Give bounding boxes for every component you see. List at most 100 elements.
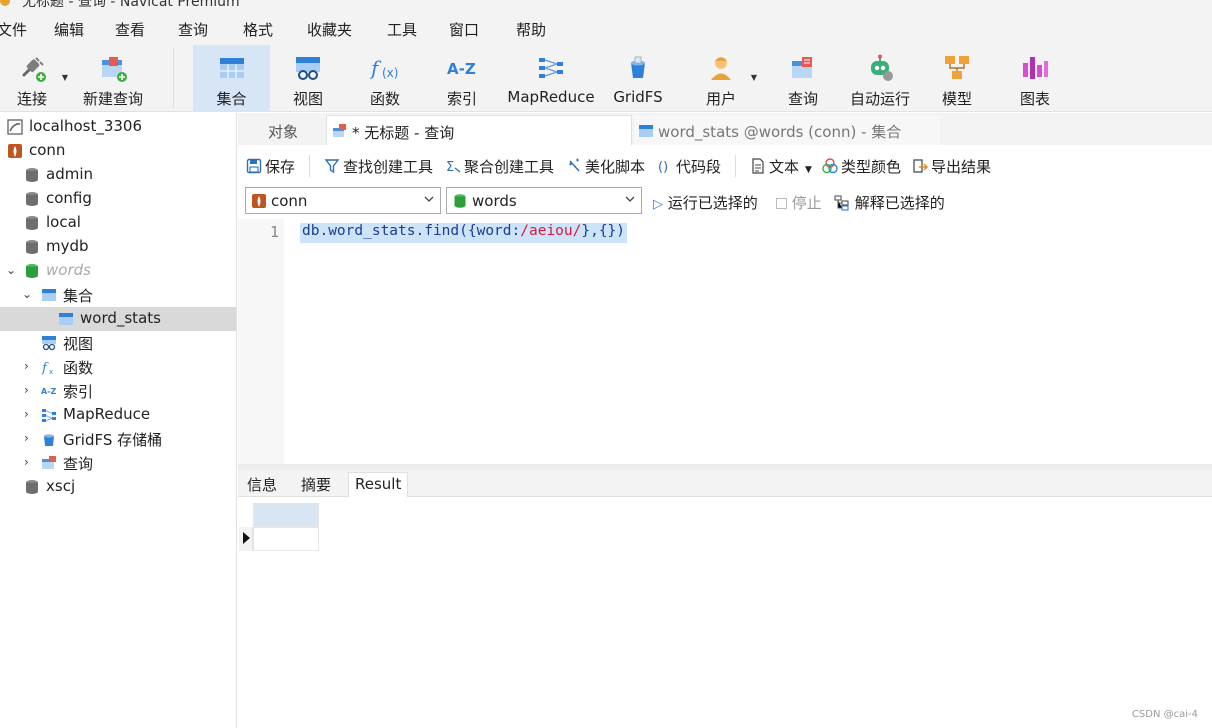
tree-item-config[interactable]: config <box>0 187 236 211</box>
watermark: CSDN @cai-4 <box>1131 709 1198 720</box>
menu-edit[interactable]: 编辑 <box>54 19 84 40</box>
app-logo-icon <box>0 0 10 6</box>
svg-text:f: f <box>41 361 49 375</box>
tree-item-collections[interactable]: ⌄ 集合 <box>0 283 236 307</box>
tree-item-admin[interactable]: admin <box>0 163 236 187</box>
view-button[interactable]: 视图 <box>278 45 338 111</box>
gridfs-bucket-icon <box>44 434 54 446</box>
chevron-down-icon[interactable]: ⌄ <box>22 287 32 301</box>
mapreduce-button[interactable]: MapReduce <box>505 45 597 111</box>
chevron-right-icon[interactable]: › <box>24 455 29 469</box>
tree-item-word-stats[interactable]: word_stats <box>0 307 236 331</box>
query-editor[interactable]: 1 db.word_stats.find({word:/aeiou/},{}) <box>238 219 1212 464</box>
chevron-down-icon[interactable]: ⌄ <box>6 263 16 277</box>
tab-info[interactable]: 信息 <box>241 472 283 497</box>
index-button[interactable]: A-Z 索引 <box>432 45 492 111</box>
export-results-button[interactable]: 导出结果 <box>912 156 991 177</box>
grid-cell[interactable] <box>253 527 319 551</box>
run-selected-button[interactable]: ▷ 运行已选择的 <box>653 192 758 213</box>
grid-header-cell[interactable] <box>253 503 319 527</box>
menu-file[interactable]: 文件 <box>0 19 27 40</box>
plug-icon <box>22 57 46 82</box>
tree-item-views[interactable]: 视图 <box>0 331 236 355</box>
explain-selected-button[interactable]: 解释已选择的 <box>834 192 945 213</box>
tab-result[interactable]: Result <box>348 472 409 497</box>
sigma-icon: Σ <box>446 160 461 174</box>
aggregate-builder-button[interactable]: Σ 聚合创建工具 <box>445 156 554 177</box>
menu-query[interactable]: 查询 <box>178 19 208 40</box>
tree-item-local[interactable]: local <box>0 211 236 235</box>
chart-icon <box>1023 57 1048 79</box>
tree-label-mapreduce: MapReduce <box>63 405 151 423</box>
chevron-right-icon[interactable]: › <box>24 359 29 373</box>
chart-button[interactable]: 图表 <box>1008 45 1062 111</box>
tree-item-conn[interactable]: conn <box>0 139 236 163</box>
tree-item-words[interactable]: ⌄ words <box>0 259 236 283</box>
beautify-button[interactable]: 美化脚本 <box>566 156 645 177</box>
line-number: 1 <box>269 223 279 241</box>
save-button[interactable]: 保存 <box>246 156 295 177</box>
tab-collection[interactable]: word_stats @words (conn) - 集合 <box>634 115 940 145</box>
type-color-button[interactable]: 类型颜色 <box>822 156 901 177</box>
menu-tools[interactable]: 工具 <box>387 19 417 40</box>
chevron-down-icon <box>625 196 635 202</box>
filter-icon <box>324 159 340 174</box>
connect-dropdown-icon[interactable]: ▼ <box>62 73 68 82</box>
new-query-label: 新建查询 <box>82 90 143 108</box>
tree-item-localhost[interactable]: localhost_3306 <box>0 115 236 139</box>
code-line[interactable]: db.word_stats.find({word:/aeiou/},{}) <box>300 223 628 243</box>
database-icon <box>26 168 38 182</box>
code-token: db.word_stats.find({word: <box>302 223 521 239</box>
tab-summary[interactable]: 摘要 <box>295 472 337 497</box>
function-button[interactable]: f (x) 函数 <box>354 45 416 111</box>
user-button[interactable]: 用户 ▼ <box>697 45 757 111</box>
tree-label-conn: conn <box>29 141 66 159</box>
menu-view[interactable]: 查看 <box>115 19 145 40</box>
user-dropdown-icon[interactable]: ▼ <box>751 73 757 82</box>
stop-label: 停止 <box>791 194 822 212</box>
auto-run-button[interactable]: 自动运行 <box>845 45 915 111</box>
snippet-button[interactable]: () 代码段 <box>657 156 721 177</box>
tree-item-mydb[interactable]: mydb <box>0 235 236 259</box>
tree-item-functions[interactable]: › f x 函数 <box>0 355 236 379</box>
tree-item-indexes[interactable]: › A-Z 索引 <box>0 379 236 403</box>
collection-icon <box>639 125 653 137</box>
function-icon: f x <box>41 361 53 375</box>
export-results-label: 导出结果 <box>931 158 992 176</box>
menu-help[interactable]: 帮助 <box>516 19 546 40</box>
stop-button[interactable]: 停止 <box>776 192 822 213</box>
gridfs-label: GridFS <box>613 88 663 106</box>
menu-favorites[interactable]: 收藏夹 <box>307 19 352 40</box>
connection-select[interactable]: conn <box>245 187 441 214</box>
menu-format[interactable]: 格式 <box>243 19 273 40</box>
model-button[interactable]: 模型 <box>930 45 984 111</box>
tab-objects[interactable]: 对象 <box>238 115 326 145</box>
tree-item-gridfs[interactable]: › GridFS 存储桶 <box>0 427 236 451</box>
svg-text:(x): (x) <box>382 66 398 80</box>
tree-item-queries[interactable]: › 查询 <box>0 451 236 475</box>
svg-text:x: x <box>49 368 53 375</box>
tab-query[interactable]: * 无标题 - 查询 <box>326 115 632 145</box>
tree-item-xscj[interactable]: xscj <box>0 475 236 499</box>
text-mode-button[interactable]: 文本 ▼ <box>750 156 812 177</box>
chevron-right-icon[interactable]: › <box>24 407 29 421</box>
toolbar-divider <box>735 155 736 177</box>
query-button[interactable]: 查询 <box>775 45 831 111</box>
new-query-button[interactable]: 新建查询 <box>80 45 146 111</box>
chevron-down-icon <box>424 196 434 202</box>
chevron-right-icon[interactable]: › <box>24 383 29 397</box>
beautify-label: 美化脚本 <box>585 158 646 176</box>
find-builder-button[interactable]: 查找创建工具 <box>324 156 433 177</box>
svg-text:Σ: Σ <box>446 160 454 174</box>
gridfs-button[interactable]: GridFS <box>609 45 667 111</box>
view-icon <box>42 336 56 351</box>
database-select-value: words <box>472 192 517 210</box>
collection-button[interactable]: 集合 <box>193 45 270 111</box>
chevron-right-icon[interactable]: › <box>24 431 29 445</box>
index-icon: A-Z <box>447 60 476 78</box>
database-select[interactable]: words <box>446 187 642 214</box>
tree-item-mapreduce[interactable]: › MapReduce <box>0 403 236 427</box>
menu-window[interactable]: 窗口 <box>449 19 479 40</box>
svg-text:f: f <box>370 56 382 80</box>
connect-button[interactable]: 连接 ▼ <box>8 45 68 111</box>
